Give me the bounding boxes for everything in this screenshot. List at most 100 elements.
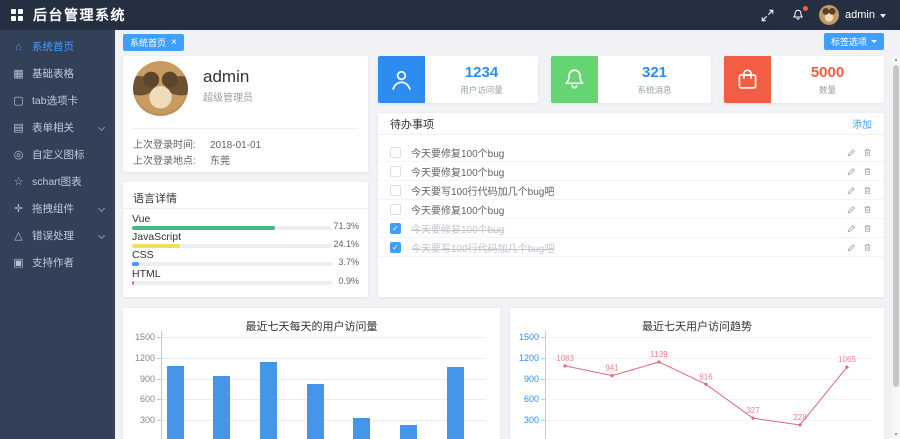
svg-text:228: 228 xyxy=(793,413,807,422)
profile-role: 超级管理员 xyxy=(203,93,253,104)
bag-icon xyxy=(724,56,771,103)
sidebar-item-tabs[interactable]: ▢ tab选项卡 xyxy=(0,87,115,114)
delete-icon[interactable] xyxy=(863,186,872,195)
last-login-time-value: 2018-01-01 xyxy=(210,140,262,151)
gridline xyxy=(162,357,486,359)
sidebar-item-home[interactable]: ⌂ 系统首页 xyxy=(0,33,115,60)
todo-item: 今天要修复100个bug xyxy=(378,162,884,181)
line-chart: 1500 1200 900 600 300 1083 941 1139 816 327 228 106… xyxy=(510,308,884,439)
user-icon xyxy=(378,56,425,103)
language-row: CSS 3.7% xyxy=(132,249,359,267)
edit-icon[interactable] xyxy=(847,148,856,157)
todo-item: 今天要修复100个bug xyxy=(378,200,884,219)
close-icon[interactable]: × xyxy=(171,38,177,48)
svg-text:1139: 1139 xyxy=(650,350,668,359)
todo-checkbox[interactable]: ✓ xyxy=(390,241,401,253)
stat-label: 数量 xyxy=(818,84,836,95)
todo-item: 今天要写100行代码加几个bug吧 xyxy=(378,181,884,200)
stat-body: 1234 用户访问量 xyxy=(425,56,538,103)
progress-percent: 3.7% xyxy=(338,257,359,268)
y-tick-label: 600 xyxy=(139,394,155,405)
todo-checkbox[interactable]: ✓ xyxy=(390,222,401,234)
sidebar-item-label: 基础表格 xyxy=(32,68,74,80)
sidebar-item-icons[interactable]: ◎ 自定义图标 xyxy=(0,141,115,168)
support-icon: ▣ xyxy=(13,257,24,269)
todo-add-link[interactable]: 添加 xyxy=(852,116,872,131)
stat-card-visits: 1234 用户访问量 xyxy=(378,56,538,103)
todo-text: 今天要修复100个bug xyxy=(411,148,505,160)
main-area: 系统首页 × 标签选项 admin 超级管理员 上次登录时间: 2018-01-0… xyxy=(115,30,900,439)
language-rows: Vue 71.3% JavaScript 24.1% CSS 3.7% HTML 0.9% xyxy=(132,213,359,286)
todo-actions xyxy=(847,148,872,157)
fullscreen-icon[interactable] xyxy=(759,7,775,23)
scrollbar[interactable]: ▴ ▾ xyxy=(892,56,900,439)
delete-icon[interactable] xyxy=(863,148,872,157)
home-icon: ⌂ xyxy=(15,40,22,53)
error-icon: △ xyxy=(14,230,23,242)
bar xyxy=(446,367,464,439)
sidebar-item-form[interactable]: ▤ 表单相关 xyxy=(0,114,115,141)
edit-icon[interactable] xyxy=(847,186,856,195)
bar xyxy=(259,361,277,439)
chevron-down-icon xyxy=(97,123,106,132)
todo-actions xyxy=(847,205,872,214)
svg-text:1065: 1065 xyxy=(838,355,856,364)
username[interactable]: admin xyxy=(845,9,875,21)
delete-icon[interactable] xyxy=(863,243,872,252)
notification-bell-icon[interactable] xyxy=(790,6,809,23)
drag-icon: ✛ xyxy=(13,203,24,215)
sidebar-item-support[interactable]: ▣ 支持作者 xyxy=(0,249,115,276)
sidebar-item-label: tab选项卡 xyxy=(32,95,79,107)
edit-icon[interactable] xyxy=(847,224,856,233)
y-tick-label: 300 xyxy=(139,415,155,425)
todo-item: 今天要修复100个bug xyxy=(378,143,884,162)
last-login-place-value: 东莞 xyxy=(210,156,230,167)
scroll-up-icon[interactable]: ▴ xyxy=(892,56,900,64)
form-icon: ▤ xyxy=(13,122,24,134)
stat-value: 321 xyxy=(641,63,668,81)
delete-icon[interactable] xyxy=(863,205,872,214)
line-chart-card: 最近七天用户访问趋势 1500 1200 900 600 300 1083 941 1139 8… xyxy=(510,308,884,439)
custom-icon: ◎ xyxy=(13,149,24,161)
todo-header: 待办事项 添加 xyxy=(378,113,884,135)
todo-checkbox[interactable] xyxy=(390,184,401,196)
edit-icon[interactable] xyxy=(847,205,856,214)
y-tick-label: 1200 xyxy=(134,352,155,363)
scroll-down-icon[interactable]: ▾ xyxy=(892,431,900,439)
delete-icon[interactable] xyxy=(863,167,872,176)
scrollbar-thumb[interactable] xyxy=(893,65,899,387)
language-row: Vue 71.3% xyxy=(132,213,359,231)
stat-label: 用户访问量 xyxy=(460,84,503,95)
profile-name: admin xyxy=(203,67,250,86)
bar-chart: 1500 1200 900 600 300 xyxy=(123,308,500,439)
todo-checkbox[interactable] xyxy=(390,203,401,215)
tag-options-button[interactable]: 标签选项 xyxy=(823,33,884,50)
todo-text: 今天要修复100个bug xyxy=(411,205,505,217)
sidebar-item-error[interactable]: △ 错误处理 xyxy=(0,222,115,249)
todo-text: 今天要修复100个bug xyxy=(411,167,505,179)
tab-home[interactable]: 系统首页 × xyxy=(123,34,184,51)
sidebar-item-label: 系统首页 xyxy=(32,41,74,53)
menu-grid-icon[interactable] xyxy=(11,9,23,21)
divider xyxy=(133,128,358,129)
gridline xyxy=(162,337,486,338)
delete-icon[interactable] xyxy=(863,224,872,233)
edit-icon[interactable] xyxy=(847,243,856,252)
divider xyxy=(123,208,368,209)
sidebar-item-table[interactable]: ▦ 基础表格 xyxy=(0,60,115,87)
todo-checkbox[interactable] xyxy=(390,165,401,177)
todo-checkbox[interactable] xyxy=(390,146,401,158)
tag-options-label: 标签选项 xyxy=(830,37,867,47)
edit-icon[interactable] xyxy=(847,167,856,176)
avatar[interactable] xyxy=(819,5,840,25)
todo-actions xyxy=(847,186,872,195)
sidebar-item-drag[interactable]: ✛ 拖拽组件 xyxy=(0,195,115,222)
todo-text: 今天要写100行代码加几个bug吧 xyxy=(411,243,555,255)
sidebar-item-schart[interactable]: ☆ schart图表 xyxy=(0,168,115,195)
progress-track xyxy=(132,280,332,285)
stat-value: 1234 xyxy=(464,63,499,81)
progress-percent: 0.9% xyxy=(338,275,359,286)
todo-card: 待办事项 添加 今天要修复100个bug 今天要修复100个bug 今天要写100行… xyxy=(378,113,884,297)
todo-actions xyxy=(847,224,872,233)
last-login-time-row: 上次登录时间: 2018-01-01 xyxy=(133,136,261,151)
